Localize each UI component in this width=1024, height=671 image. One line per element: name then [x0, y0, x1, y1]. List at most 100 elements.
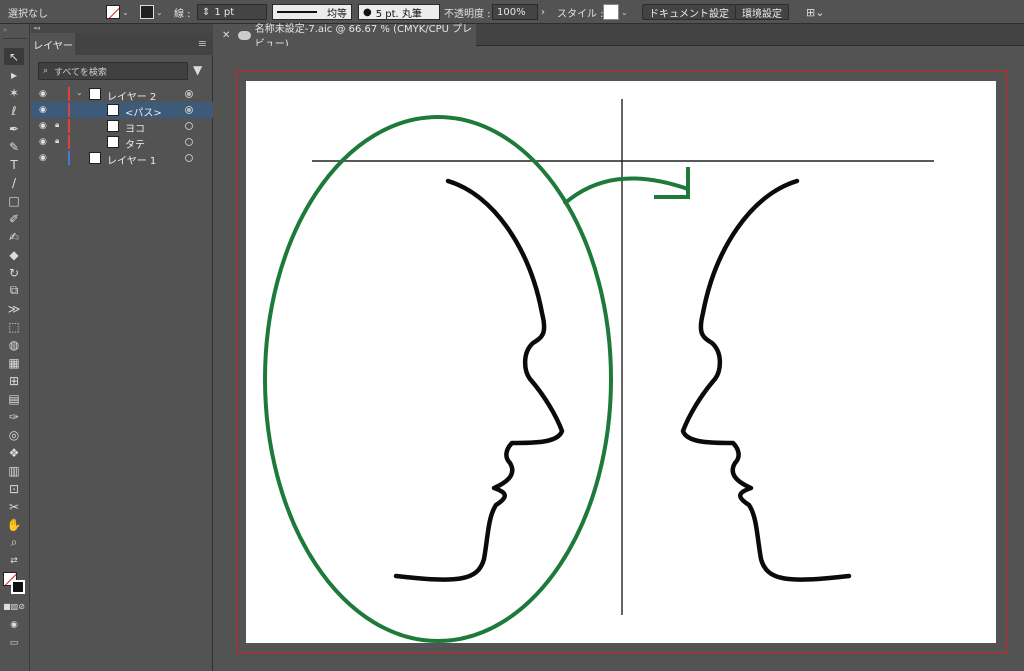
pen-tool-icon[interactable]: ✒	[4, 120, 24, 137]
tools-panel: » ↖ ▸ ✶ ℓ ✒ ✎ T / □ ✐ ✍ ◆ ↻ ⧉ ≫ ⬚ ◍ ▦ ⊞ …	[0, 24, 30, 671]
eyedropper-tool-icon[interactable]: ✑	[4, 408, 24, 425]
document-tab[interactable]: ✕ 名称未設定-7.aic @ 66.67 % (CMYK/CPU プレビュー)	[214, 24, 476, 50]
mesh-tool-icon[interactable]: ⊞	[4, 372, 24, 389]
cloud-icon	[238, 30, 251, 40]
screen-mode-icon[interactable]: ▭	[4, 634, 24, 651]
artboard-tool-icon[interactable]: ⊡	[4, 480, 24, 497]
target-icon[interactable]	[185, 122, 193, 130]
chevron-down-icon: ⌄	[122, 7, 129, 17]
slice-tool-icon[interactable]: ✂	[4, 498, 24, 515]
brush-dot-icon: ●	[363, 6, 372, 18]
layer-row-layer2[interactable]: ◉ ⌄ レイヤー 2	[31, 86, 213, 103]
none-swatch-icon	[106, 5, 120, 19]
right-face-path[interactable]	[680, 178, 852, 582]
color-mode-icon[interactable]: ■▨⊘	[3, 598, 25, 615]
stroke-swatch[interactable]: ⌄	[140, 0, 163, 24]
direct-selection-tool-icon[interactable]: ▸	[4, 66, 24, 83]
left-face-path[interactable]	[393, 178, 565, 582]
magic-wand-tool-icon[interactable]: ✶	[4, 84, 24, 101]
layer-thumbnail	[89, 152, 101, 164]
artwork[interactable]	[246, 81, 996, 643]
perspective-grid-tool-icon[interactable]: ▦	[4, 354, 24, 371]
mirror-arrow-curve[interactable]	[562, 176, 689, 206]
layer-thumbnail	[89, 88, 101, 100]
layer-name: <パス>	[125, 108, 162, 119]
arrange-icon[interactable]: ⊞⌄	[806, 0, 824, 24]
graph-tool-icon[interactable]: ▥	[4, 462, 24, 479]
selection-status: 選択なし	[8, 8, 48, 20]
chevron-down-icon[interactable]: ⌄	[76, 88, 83, 97]
line-tool-icon[interactable]: /	[4, 174, 24, 191]
highlight-ellipse[interactable]	[263, 115, 613, 643]
lock-icon[interactable]: 🔒︎	[55, 120, 65, 132]
preferences[interactable]: 環境設定	[735, 0, 789, 24]
zoom-tool-icon[interactable]: ⌕	[4, 534, 24, 551]
document-settings-button[interactable]: ドキュメント設定	[642, 4, 736, 20]
swap-colors-icon[interactable]: ⇄	[4, 552, 24, 569]
shape-builder-tool-icon[interactable]: ◍	[4, 336, 24, 353]
layer-row-layer1[interactable]: ◉ レイヤー 1	[31, 150, 213, 167]
control-bar: 選択なし ⌄ ⌄ 線 : ⇕ 1 pt 均等 ● 5 pt. 丸筆 不透明度 :…	[0, 0, 1024, 24]
layer-thumbnail	[107, 104, 119, 116]
opacity-field[interactable]: 100%	[492, 0, 538, 24]
rotate-tool-icon[interactable]: ↻	[4, 264, 24, 281]
target-icon[interactable]	[185, 106, 193, 114]
search-placeholder: すべてを検索	[54, 67, 107, 78]
chevron-down-icon: ⌄	[621, 7, 628, 17]
eye-icon[interactable]: ◉	[39, 89, 49, 99]
eye-icon[interactable]: ◉	[39, 105, 49, 115]
lock-icon[interactable]: 🔒︎	[55, 136, 65, 148]
eye-icon[interactable]: ◉	[39, 153, 49, 163]
target-icon[interactable]	[185, 90, 193, 98]
eye-icon[interactable]: ◉	[39, 121, 49, 131]
symbol-sprayer-tool-icon[interactable]: ❖	[4, 444, 24, 461]
curvature-tool-icon[interactable]: ✎	[4, 138, 24, 155]
filter-icon[interactable]: ▼	[193, 63, 207, 77]
type-tool-icon[interactable]: T	[4, 156, 24, 173]
chevron-right-icon[interactable]: ›	[541, 0, 545, 24]
collapse-icon[interactable]: »	[3, 26, 7, 34]
layer-color-bar	[68, 119, 70, 133]
layer-row-tate[interactable]: ◉ 🔒︎ タテ	[31, 134, 213, 151]
rectangle-tool-icon[interactable]: □	[4, 192, 24, 209]
eye-icon[interactable]: ◉	[39, 137, 49, 147]
style-swatch-icon	[603, 4, 619, 20]
layer-color-bar	[68, 103, 70, 117]
opacity-value[interactable]: 100%	[492, 4, 538, 20]
divider	[3, 38, 27, 39]
chevron-down-icon: ⌄	[156, 7, 163, 17]
stroke-weight-value: 1 pt	[214, 6, 235, 18]
panel-grip[interactable]: ◂◂	[31, 24, 213, 33]
shaper-tool-icon[interactable]: ✍	[4, 228, 24, 245]
brush-label: 5 pt. 丸筆	[375, 8, 422, 20]
gradient-tool-icon[interactable]: ▤	[4, 390, 24, 407]
paintbrush-tool-icon[interactable]: ✐	[4, 210, 24, 227]
layer-color-bar	[68, 135, 70, 149]
document-settings[interactable]: ドキュメント設定	[642, 0, 736, 24]
width-tool-icon[interactable]: ≫	[4, 300, 24, 317]
style-swatch[interactable]: ⌄	[603, 0, 628, 24]
close-icon[interactable]: ✕	[222, 30, 230, 41]
panel-menu-icon[interactable]: ≡	[198, 37, 207, 50]
stroke-profile-label: 均等	[327, 8, 347, 20]
layer-name: タテ	[125, 140, 145, 151]
blend-tool-icon[interactable]: ◎	[4, 426, 24, 443]
eraser-tool-icon[interactable]: ◆	[4, 246, 24, 263]
layer-row-path[interactable]: ◉ <パス>	[31, 102, 213, 119]
layer-row-yoko[interactable]: ◉ 🔒︎ ヨコ	[31, 118, 213, 135]
tab-layers[interactable]: レイヤー	[31, 33, 75, 55]
scale-tool-icon[interactable]: ⧉	[4, 282, 24, 299]
stepper-icon[interactable]: ⇕	[202, 7, 210, 18]
layer-search-input[interactable]: ⌕ すべてを検索	[38, 62, 188, 80]
draw-mode-icon[interactable]: ◉	[4, 616, 24, 633]
target-icon[interactable]	[185, 154, 193, 162]
stroke-color-icon[interactable]	[11, 580, 25, 594]
preferences-button[interactable]: 環境設定	[735, 4, 789, 20]
free-transform-tool-icon[interactable]: ⬚	[4, 318, 24, 335]
layer-name: レイヤー 1	[107, 156, 157, 167]
selection-tool-icon[interactable]: ↖	[4, 48, 24, 65]
lasso-tool-icon[interactable]: ℓ	[4, 102, 24, 119]
target-icon[interactable]	[185, 138, 193, 146]
hand-tool-icon[interactable]: ✋	[4, 516, 24, 533]
fill-swatch[interactable]: ⌄	[106, 0, 129, 24]
